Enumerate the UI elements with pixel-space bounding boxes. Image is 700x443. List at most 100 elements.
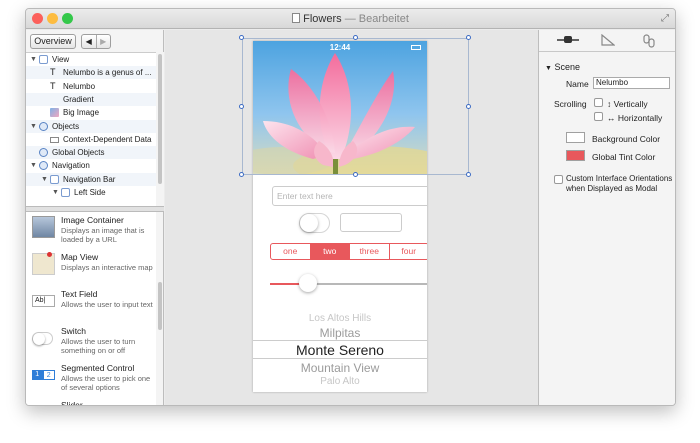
canvas-picker[interactable]: Los Altos Hills Milpitas Monte Sereno Mount… (253, 311, 427, 391)
outline-row[interactable]: T Nelumbo (26, 80, 156, 93)
navigation-icon (39, 161, 48, 171)
picker-item[interactable]: Los Altos Hills (253, 313, 427, 324)
background-color-swatch[interactable] (566, 132, 585, 143)
segment-three[interactable]: three (349, 244, 389, 259)
title-bar: Flowers — Bearbeitet ⤢ (26, 9, 675, 29)
orientation-label: Custom Interface Orientations when Displ… (566, 174, 673, 193)
outline-row[interactable]: ▼ Navigation Bar (26, 172, 156, 186)
picker-item[interactable]: Monte Sereno (253, 342, 427, 358)
slider-track-empty[interactable] (308, 283, 427, 285)
orientation-checkbox[interactable] (554, 175, 563, 184)
resize-handle[interactable] (466, 172, 471, 177)
picker-item[interactable]: Palo Alto (253, 376, 427, 387)
outline-row-label: Big Image (63, 108, 100, 118)
background-color-label: Background Color (592, 134, 661, 144)
resize-handle[interactable] (352, 35, 358, 40)
library-item[interactable]: 1 2 Segmented Control Allows the user to pi… (26, 360, 156, 397)
disclosure-triangle-icon[interactable]: ▼ (30, 159, 37, 172)
resize-handle[interactable] (466, 35, 471, 40)
library-item[interactable]: Switch Allows the user to turn something … (26, 323, 156, 360)
attributes-icon[interactable] (557, 34, 579, 49)
library-item-desc: Displays an interactive map (61, 263, 153, 272)
outline-row[interactable]: Gradient (26, 92, 156, 106)
library-item-desc: Allows the user to input text (61, 300, 153, 309)
scene-section-title: Scene (554, 62, 580, 72)
outline-row-label: View (52, 55, 70, 64)
outline-row[interactable]: ▼ Left Side (26, 186, 156, 199)
vertical-scrolling-checkbox[interactable] (594, 98, 603, 107)
library-item[interactable]: Slider (26, 397, 156, 406)
text-icon: T (50, 67, 56, 78)
resize-handle[interactable] (239, 172, 244, 177)
navbar-icon (50, 174, 59, 184)
forward-icon[interactable]: ▶ (95, 35, 111, 48)
view-icon (39, 55, 48, 64)
window-subtitle: — Bearbeitet (344, 13, 409, 25)
horizontally-label: ↔ Horizontally (607, 113, 662, 123)
disclosure-triangle-icon[interactable]: ▼ (30, 120, 37, 133)
outline-scroll-thumb[interactable] (158, 54, 162, 184)
library-item[interactable]: Map View Displays an interactive map (26, 249, 156, 286)
link-icon[interactable] (643, 34, 655, 51)
gradient-icon (50, 95, 59, 104)
outline-row[interactable]: ▼ View (26, 53, 156, 66)
text-field-thumb: Ab| (32, 295, 55, 307)
picker-item[interactable]: Milpitas (253, 326, 427, 340)
resize-handle[interactable] (239, 35, 244, 40)
library-item-title: Map View (61, 252, 99, 262)
outline-tree: ▼ View T Nelumbo is a genus of ... T Nelumbo G… (26, 52, 156, 206)
switch-thumb (32, 332, 53, 345)
resize-handle[interactable] (352, 172, 358, 177)
tint-color-label: Global Tint Color (592, 152, 656, 162)
disclosure-triangle-icon[interactable]: ▼ (545, 65, 552, 72)
library-item[interactable]: Ab| Text Field Allows the user to input te… (26, 286, 156, 323)
disclosure-triangle-icon[interactable]: ▼ (30, 53, 37, 66)
slider-thumb (32, 401, 55, 405)
tint-color-swatch[interactable] (566, 150, 585, 161)
image-container-thumb (32, 216, 55, 238)
outline-row[interactable]: ▼ Navigation (26, 159, 156, 172)
text-icon: T (50, 80, 56, 91)
picker-item[interactable]: Mountain View (253, 361, 427, 375)
segment-one[interactable]: one (271, 244, 310, 259)
ruler-icon[interactable] (601, 33, 616, 49)
outline-row[interactable]: Big Image (26, 106, 156, 119)
name-field[interactable]: Nelumbo (593, 77, 670, 89)
horizontal-scrolling-checkbox[interactable] (594, 112, 603, 121)
resize-handle[interactable] (239, 103, 244, 109)
design-canvas[interactable]: 12:44 Enter text here one two three four Lo… (165, 30, 538, 405)
library-item[interactable]: Image Container Displays an image that is… (26, 212, 156, 249)
canvas-small-field[interactable] (340, 213, 402, 232)
outline-row-label: Nelumbo (63, 81, 96, 91)
scene-section-header[interactable]: ▼ Scene (545, 62, 580, 72)
disclosure-triangle-icon[interactable]: ▼ (52, 186, 59, 199)
outline-row[interactable]: ▼ Objects (26, 119, 156, 133)
vertically-label: ↕ Vertically (607, 99, 648, 109)
outline-row[interactable]: Context-Dependent Data (26, 133, 156, 146)
slider-knob[interactable] (299, 274, 318, 292)
canvas-text-field[interactable]: Enter text here (272, 186, 427, 206)
resize-handle[interactable] (466, 103, 471, 109)
fullscreen-icon[interactable]: ⤢ (661, 13, 669, 24)
left-panel: Overview ◀ ▶ ▼ View T Nelumbo is a genus of… (26, 30, 164, 406)
library-scrollbar[interactable] (156, 212, 164, 405)
library-item-title: Switch (61, 326, 87, 336)
disclosure-triangle-icon[interactable]: ▼ (41, 173, 48, 186)
overview-button[interactable]: Overview (30, 34, 76, 49)
segment-two[interactable]: two (309, 244, 349, 259)
map-thumb (32, 252, 55, 275)
segment-four[interactable]: four (388, 244, 428, 259)
switch-knob[interactable] (300, 214, 318, 232)
back-icon[interactable]: ◀ (82, 35, 96, 48)
canvas-segmented-control[interactable]: one two three four (270, 243, 427, 260)
objects-icon (39, 121, 48, 131)
outline-scrollbar[interactable] (156, 52, 164, 206)
library-scroll-thumb[interactable] (158, 282, 162, 330)
library-item-title: Slider (61, 400, 83, 406)
canvas-switch[interactable] (299, 213, 330, 233)
outline-row-label: Nelumbo is a genus of ... (63, 68, 152, 78)
outline-row[interactable]: T Nelumbo is a genus of ... (26, 66, 156, 80)
library-item-title: Image Container (61, 215, 124, 225)
outline-row[interactable]: Global Objects (26, 146, 156, 160)
app-window: Flowers — Bearbeitet ⤢ Overview ◀ ▶ ▼ Vie… (25, 8, 676, 406)
